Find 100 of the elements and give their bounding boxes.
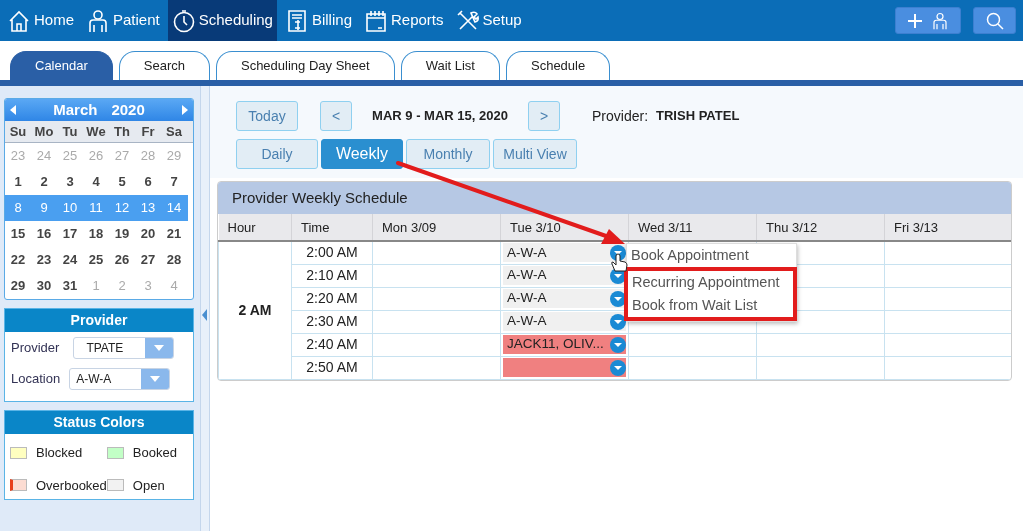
time-cell: 2:00 AM: [291, 241, 373, 264]
calendar-day[interactable]: 18: [83, 224, 109, 244]
calendar-day[interactable]: 5: [109, 172, 135, 192]
legend-label: Open: [132, 476, 165, 495]
time-cell: 2:30 AM: [291, 310, 373, 333]
calendar-day[interactable]: 30: [31, 276, 57, 296]
dropdown-icon[interactable]: [610, 290, 626, 307]
calendar-day[interactable]: 21: [161, 224, 187, 244]
next-month-icon[interactable]: [182, 105, 188, 115]
nav-item[interactable]: Patient: [82, 0, 164, 41]
field-label: Location: [11, 370, 61, 389]
calendar-day[interactable]: 22: [5, 250, 31, 270]
legend-label: Booked: [132, 444, 177, 462]
appointment-slot[interactable]: JACK11, OLIV...: [503, 335, 626, 354]
plus-icon: [907, 12, 923, 29]
previous-month-icon[interactable]: [10, 105, 16, 115]
calendar-day[interactable]: 29: [5, 276, 31, 296]
calendar-day[interactable]: 15: [5, 224, 31, 244]
nav-item[interactable]: Setup: [451, 0, 526, 41]
panel-title: Provider: [5, 309, 193, 332]
column-header: Fri 3/13: [884, 214, 1011, 241]
view-tab[interactable]: Daily: [236, 139, 318, 169]
dropdown-icon[interactable]: [610, 359, 626, 376]
provider-label: Provider:: [592, 106, 649, 126]
nav-item[interactable]: Home: [3, 0, 78, 41]
collapse-arrow-icon[interactable]: [202, 309, 207, 321]
provider-name: TRISH PATEL: [656, 107, 740, 126]
dropdown[interactable]: A-W-A: [69, 368, 171, 390]
calendar-day[interactable]: 31: [57, 276, 83, 296]
nav-item[interactable]: Scheduling: [167, 0, 277, 41]
tab[interactable]: Search: [118, 51, 210, 80]
view-tab[interactable]: Multi View: [493, 139, 577, 169]
clock-icon: [171, 8, 196, 33]
weekday-label: Sa: [165, 122, 183, 141]
time-cell: 2:50 AM: [291, 356, 373, 379]
nav-item[interactable]: Reports: [360, 0, 448, 41]
month-label: March: [53, 99, 98, 120]
legend-label: Blocked: [36, 444, 83, 462]
calendar-day[interactable]: 25: [83, 250, 109, 270]
weekday-label: Th: [113, 122, 131, 141]
view-tab[interactable]: Weekly: [321, 139, 403, 169]
calendar-day[interactable]: 2: [31, 172, 57, 192]
calendar-day[interactable]: 16: [31, 224, 57, 244]
menu-item[interactable]: Book from Wait List: [628, 294, 793, 317]
today-button[interactable]: Today: [236, 101, 298, 131]
calendar-day[interactable]: 17: [57, 224, 83, 244]
appointment-slot[interactable]: A-W-A: [503, 266, 626, 285]
tab[interactable]: Schedule: [506, 51, 611, 80]
tab[interactable]: Scheduling Day Sheet: [215, 51, 395, 80]
calendar-day[interactable]: 24: [57, 250, 83, 270]
column-header: Time: [291, 214, 373, 241]
calendar-day[interactable]: 20: [135, 224, 161, 244]
tab[interactable]: Wait List: [400, 51, 500, 80]
calendar-day[interactable]: 1: [5, 172, 31, 192]
tab[interactable]: Calendar: [10, 51, 113, 80]
calendar-day[interactable]: 28: [161, 250, 187, 270]
home-icon: [7, 8, 31, 33]
appointment-slot[interactable]: A-W-A: [503, 243, 626, 263]
weekday-label: Fr: [140, 122, 156, 141]
time-cell: 2:20 AM: [291, 287, 373, 310]
year-label: 2020: [111, 99, 145, 120]
calendar-day[interactable]: 27: [135, 250, 161, 270]
search-button[interactable]: [973, 7, 1016, 34]
legend-label: Overbooked: [36, 476, 107, 495]
previous-button[interactable]: <: [320, 101, 352, 131]
column-header: Thu 3/12: [756, 214, 885, 241]
calendar-day[interactable]: 4: [83, 172, 109, 192]
weekday-label: Su: [8, 122, 28, 141]
appointment-slot[interactable]: A-W-A: [503, 312, 626, 331]
menu-item[interactable]: Book Appointment: [627, 244, 796, 267]
date-range: MAR 9 - MAR 15, 2020: [371, 107, 509, 126]
caret-icon: [154, 345, 165, 351]
calendar-day[interactable]: 19: [109, 224, 135, 244]
column-header: Hour: [218, 214, 292, 241]
calendar-day[interactable]: 7: [161, 172, 187, 192]
nav-item[interactable]: Billing: [280, 0, 356, 41]
dropdown-icon[interactable]: [610, 336, 626, 353]
person-icon: [86, 8, 110, 33]
field-label: Provider: [11, 339, 60, 358]
weekday-label: Mo: [33, 122, 55, 141]
calendar-day[interactable]: 6: [135, 172, 161, 192]
hour-cell: 2 AM: [218, 241, 292, 379]
caret-icon: [150, 376, 161, 382]
appointment-slot[interactable]: A-W-A: [503, 289, 626, 308]
column-header: Mon 3/09: [372, 214, 501, 241]
dropdown[interactable]: TPATE: [73, 337, 175, 359]
time-cell: 2:40 AM: [291, 333, 373, 356]
calendar-icon: [364, 8, 388, 33]
next-button[interactable]: >: [528, 101, 560, 131]
calendar-day[interactable]: 26: [109, 250, 135, 270]
search-icon: [985, 11, 1004, 30]
calendar-day[interactable]: 3: [57, 172, 83, 192]
column-header: Wed 3/11: [628, 214, 757, 241]
weekday-label: Tu: [61, 122, 79, 141]
add-patient-button[interactable]: [895, 7, 961, 34]
calendar-day[interactable]: 23: [31, 250, 57, 270]
panel-title: Status Colors: [5, 411, 193, 434]
dropdown-icon[interactable]: [610, 313, 626, 330]
view-tab[interactable]: Monthly: [406, 139, 490, 169]
menu-item[interactable]: Recurring Appointment: [628, 271, 793, 294]
